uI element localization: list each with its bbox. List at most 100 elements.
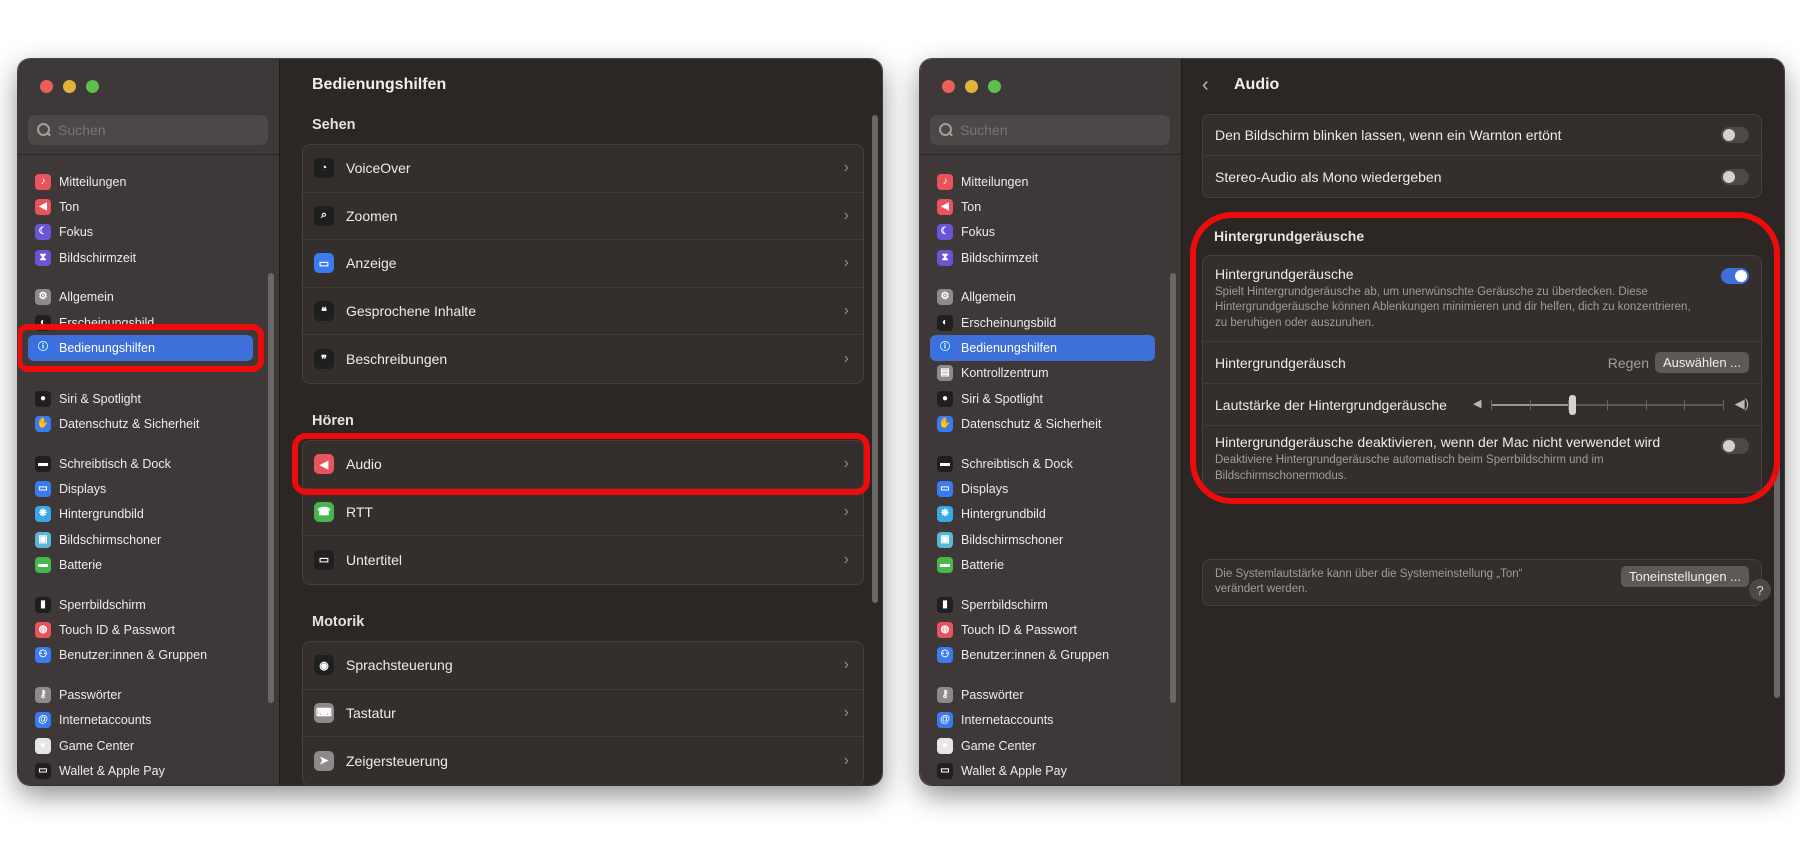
sidebar-item-datenschutz-sicherheit[interactable]: ✋ Datenschutz & Sicherheit	[930, 412, 1155, 437]
deactivate-toggle[interactable]	[1721, 438, 1749, 454]
row-untertitel[interactable]: ▭ Untertitel ›	[303, 536, 863, 584]
sidebar-item-displays[interactable]: ▭ Displays	[28, 476, 253, 501]
screensaver-icon: ▣	[937, 531, 953, 548]
sidebar-item-hintergrundbild[interactable]: ❋ Hintergrundbild	[28, 502, 253, 527]
sidebar-item-touch-id-passwort[interactable]: ◍ Touch ID & Passwort	[930, 617, 1155, 642]
search-input[interactable]	[58, 122, 248, 138]
search-box[interactable]	[28, 115, 268, 145]
minimize-button[interactable]	[965, 80, 978, 93]
sidebar-item-passwörter[interactable]: ⚷ Passwörter	[28, 682, 253, 707]
minimize-button[interactable]	[63, 80, 76, 93]
sidebar-item-erscheinungsbild[interactable]: ◐ Erscheinungsbild	[930, 310, 1155, 335]
background-sounds-toggle[interactable]	[1721, 268, 1749, 284]
sidebar-item-label: Internetaccounts	[961, 713, 1054, 728]
sidebar-item-schreibtisch-dock[interactable]: ▬ Schreibtisch & Dock	[930, 451, 1155, 476]
sidebar-item-touch-id-passwort[interactable]: ◍ Touch ID & Passwort	[28, 617, 253, 642]
sidebar-item-bildschirmzeit[interactable]: ⧗ Bildschirmzeit	[28, 245, 253, 270]
accessibility-icon: ⓘ	[35, 340, 51, 357]
sidebar-item-displays[interactable]: ▭ Displays	[930, 476, 1155, 501]
row-sprachsteuerung[interactable]: ◉ Sprachsteuerung ›	[303, 642, 863, 690]
sidebar-item-label: Fokus	[59, 225, 94, 240]
row-zeigersteuerung[interactable]: ➤ Zeigersteuerung ›	[303, 737, 863, 785]
sidebar-item-label: Bildschirmzeit	[59, 250, 137, 265]
sidebar-item-allgemein[interactable]: ⚙ Allgemein	[930, 285, 1155, 310]
row-audio[interactable]: ◀ Audio ›	[303, 441, 863, 489]
volume-knob[interactable]	[1569, 395, 1577, 415]
sidebar-item-mitteilungen[interactable]: ♪ Mitteilungen	[930, 169, 1155, 194]
row-rtt[interactable]: ☎ RTT ›	[303, 489, 863, 537]
sidebar-item-ton[interactable]: ◀ Ton	[930, 194, 1155, 219]
main-scrollbar[interactable]	[1774, 271, 1780, 698]
row-tastatur[interactable]: ⌨ Tastatur ›	[303, 690, 863, 738]
row-label: Gesprochene Inhalte	[346, 303, 476, 320]
sidebar-item-label: Touch ID & Passwort	[961, 622, 1078, 637]
sidebar-item-internetaccounts[interactable]: @ Internetaccounts	[930, 707, 1155, 732]
sidebar-item-sperrbildschirm[interactable]: ▮ Sperrbildschirm	[930, 592, 1155, 617]
close-button[interactable]	[40, 80, 53, 93]
sidebar-item-mitteilungen[interactable]: ♪ Mitteilungen	[28, 169, 253, 194]
back-chevron-icon[interactable]: ‹	[1202, 74, 1209, 97]
row-zoomen[interactable]: ⌕ Zoomen ›	[303, 193, 863, 241]
sidebar-item-allgemein[interactable]: ⚙ Allgemein	[28, 285, 253, 310]
sidebar-item-batterie[interactable]: ▬ Batterie	[930, 552, 1155, 577]
flash-screen-toggle[interactable]	[1721, 127, 1749, 143]
sidebar-item-bildschirmzeit[interactable]: ⧗ Bildschirmzeit	[930, 245, 1155, 270]
sidebar-item-hintergrundbild[interactable]: ❋ Hintergrundbild	[930, 502, 1155, 527]
sidebar-item-bedienungshilfen[interactable]: ⓘ Bedienungshilfen	[28, 335, 253, 361]
setting-row-background-sounds: Hintergrundgeräusche Spielt Hintergrundg…	[1203, 256, 1761, 342]
sidebar-item-label: Ton	[59, 200, 80, 215]
card-footer: Die Systemlautstärke kann über die Syste…	[1202, 559, 1762, 606]
help-button[interactable]: ?	[1749, 579, 1771, 601]
sidebar-scrollbar[interactable]	[1170, 273, 1176, 703]
sidebar-item-benutzer-innen-gruppen[interactable]: ⚇ Benutzer:innen & Gruppen	[930, 643, 1155, 668]
sidebar-item-internetaccounts[interactable]: @ Internetaccounts	[28, 707, 253, 732]
sidebar-item-label: Batterie	[59, 558, 103, 573]
sidebar-item-game-center[interactable]: ● Game Center	[930, 733, 1155, 758]
zoom-button[interactable]	[86, 80, 99, 93]
appearance-icon: ◐	[35, 314, 51, 331]
search-input[interactable]	[960, 122, 1150, 138]
row-gesprochene-inhalte[interactable]: ❝ Gesprochene Inhalte ›	[303, 288, 863, 336]
mono-audio-toggle[interactable]	[1721, 168, 1749, 185]
sidebar-item-passwörter[interactable]: ⚷ Passwörter	[930, 682, 1155, 707]
choose-sound-button[interactable]: Auswählen ...	[1654, 352, 1749, 373]
zoom-button[interactable]	[988, 80, 1001, 93]
sidebar-item-kontrollzentrum[interactable]: ▤ Kontrollzentrum	[930, 361, 1155, 386]
setting-description: Spielt Hintergrundgeräusche ab, um unerw…	[1215, 286, 1691, 329]
row-voiceover[interactable]: ◔ VoiceOver ›	[303, 145, 863, 193]
sidebar-scrollbar[interactable]	[268, 273, 274, 703]
sidebar-item-bildschirmschoner[interactable]: ▣ Bildschirmschoner	[930, 527, 1155, 552]
row-beschreibungen[interactable]: ❞ Beschreibungen ›	[303, 335, 863, 383]
hourglass-icon: ⧗	[35, 249, 51, 266]
sidebar-item-erscheinungsbild[interactable]: ◐ Erscheinungsbild	[28, 310, 253, 335]
key-icon: ⚷	[937, 686, 953, 703]
sidebar-item-bildschirmschoner[interactable]: ▣ Bildschirmschoner	[28, 527, 253, 552]
sidebar-item-game-center[interactable]: ● Game Center	[28, 733, 253, 758]
sidebar-item-schreibtisch-dock[interactable]: ▬ Schreibtisch & Dock	[28, 451, 253, 476]
sidebar-item-siri-spotlight[interactable]: ● Siri & Spotlight	[28, 386, 253, 411]
bell-icon: ♪	[937, 173, 953, 190]
card-general-audio: Den Bildschirm blinken lassen, wenn ein …	[1202, 114, 1762, 198]
row-anzeige[interactable]: ▭ Anzeige ›	[303, 240, 863, 288]
main-scrollbar[interactable]	[872, 115, 878, 603]
search-box[interactable]	[930, 115, 1170, 145]
display-icon: ▭	[937, 480, 953, 497]
sidebar: ♪ Mitteilungen ◀ Ton ☾ Fokus ⧗ Bildschirmzeit ⚙ A…	[920, 59, 1182, 785]
sidebar-item-benutzer-innen-gruppen[interactable]: ⚇ Benutzer:innen & Gruppen	[28, 643, 253, 668]
sidebar-item-ton[interactable]: ◀ Ton	[28, 194, 253, 219]
sidebar-item-fokus[interactable]: ☾ Fokus	[930, 220, 1155, 245]
setting-description: Deaktiviere Hintergrundgeräusche automat…	[1215, 454, 1604, 482]
sound-settings-button[interactable]: Toneinstellungen ...	[1620, 566, 1749, 587]
sidebar-item-fokus[interactable]: ☾ Fokus	[28, 220, 253, 245]
page-title: Bedienungshilfen	[312, 76, 447, 93]
sidebar-item-wallet-apple-pay[interactable]: ▭ Wallet & Apple Pay	[930, 758, 1155, 783]
sidebar-item-siri-spotlight[interactable]: ● Siri & Spotlight	[930, 386, 1155, 411]
fingerprint-icon: ◍	[35, 621, 51, 638]
sidebar-item-sperrbildschirm[interactable]: ▮ Sperrbildschirm	[28, 592, 253, 617]
sidebar-item-batterie[interactable]: ▬ Batterie	[28, 552, 253, 577]
volume-slider[interactable]: ◀ ◀)	[1473, 395, 1749, 415]
sidebar-item-datenschutz-sicherheit[interactable]: ✋ Datenschutz & Sicherheit	[28, 412, 253, 437]
sidebar-item-wallet-apple-pay[interactable]: ▭ Wallet & Apple Pay	[28, 758, 253, 783]
close-button[interactable]	[942, 80, 955, 93]
sidebar-item-bedienungshilfen[interactable]: ⓘ Bedienungshilfen	[930, 335, 1155, 361]
